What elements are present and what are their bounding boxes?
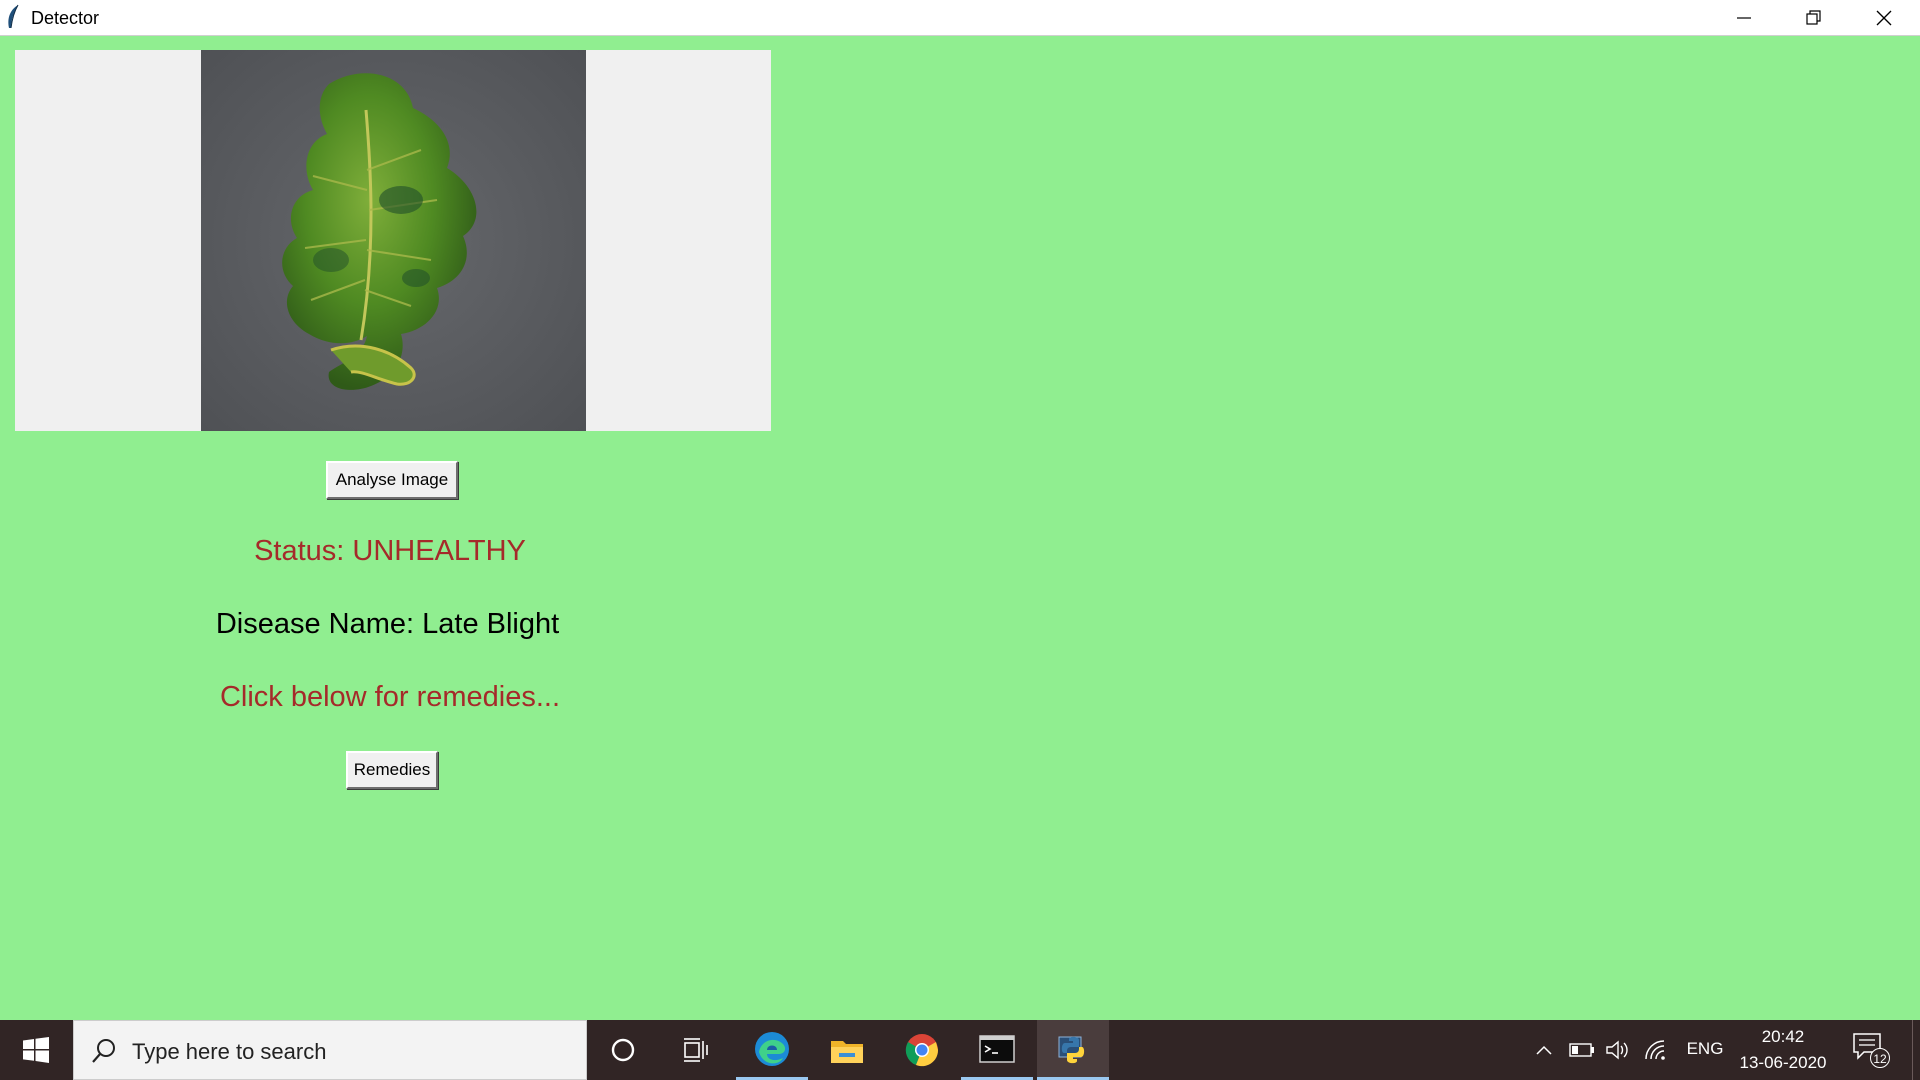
remedies-hint-label: Click below for remedies... [219, 681, 561, 713]
show-desktop-button[interactable] [1912, 1020, 1920, 1080]
feather-icon [8, 4, 19, 29]
edge-taskbar-button[interactable] [736, 1020, 808, 1080]
clock-time[interactable]: 20:42 [1735, 1027, 1831, 1047]
analyse-image-button[interactable]: Analyse Image [326, 461, 458, 499]
app-client-area: Analyse Image Status: UNHEALTHY Disease … [0, 36, 1920, 1020]
python-taskbar-button[interactable] [1037, 1020, 1109, 1080]
remedies-button[interactable]: Remedies [346, 751, 438, 789]
volume-icon [1606, 1040, 1628, 1060]
chrome-taskbar-button[interactable] [886, 1020, 958, 1080]
image-panel [15, 50, 771, 431]
chrome-icon [905, 1034, 939, 1067]
taskbar-search-box[interactable]: Type here to search [73, 1020, 587, 1080]
edge-icon [755, 1031, 789, 1066]
close-icon [1876, 10, 1892, 25]
taskbar: Type here to search ENG 20:42 13-06-2020… [0, 1020, 1920, 1080]
minimize-button[interactable] [1709, 0, 1779, 35]
task-view-icon [684, 1038, 708, 1062]
cortana-button[interactable] [587, 1020, 659, 1080]
file-explorer-taskbar-button[interactable] [811, 1020, 883, 1080]
language-indicator[interactable]: ENG [1684, 1039, 1726, 1059]
tray-overflow-button[interactable] [1532, 1037, 1556, 1063]
terminal-icon [979, 1034, 1015, 1063]
restore-button[interactable] [1779, 0, 1849, 35]
notification-count-badge: 12 [1870, 1048, 1890, 1068]
network-button[interactable] [1642, 1037, 1670, 1063]
status-label: Status: UNHEALTHY [254, 535, 526, 567]
search-icon [92, 1039, 115, 1063]
file-explorer-icon [831, 1041, 863, 1063]
volume-button[interactable] [1604, 1037, 1632, 1063]
start-button[interactable] [0, 1020, 72, 1080]
search-placeholder: Type here to search [132, 1039, 327, 1064]
restore-icon [1806, 9, 1821, 25]
battery-button[interactable] [1568, 1037, 1596, 1063]
cortana-icon [611, 1038, 635, 1062]
chevron-up-icon [1536, 1045, 1552, 1055]
wifi-icon [1645, 1040, 1665, 1060]
minimize-icon [1737, 16, 1751, 19]
leaf-illustration [201, 50, 586, 431]
terminal-taskbar-button[interactable] [961, 1020, 1033, 1080]
action-center-button[interactable]: 12 [1850, 1030, 1894, 1070]
close-button[interactable] [1849, 0, 1919, 35]
window-title: Detector [31, 8, 100, 28]
task-view-button[interactable] [659, 1020, 731, 1080]
battery-icon [1569, 1043, 1594, 1057]
disease-name-label: Disease Name: Late Blight [215, 608, 560, 640]
windows-logo-icon [23, 1037, 49, 1063]
python-icon [1058, 1036, 1085, 1063]
leaf-image [201, 50, 586, 431]
clock-date[interactable]: 13-06-2020 [1735, 1053, 1831, 1073]
title-bar: Detector [0, 0, 1920, 36]
